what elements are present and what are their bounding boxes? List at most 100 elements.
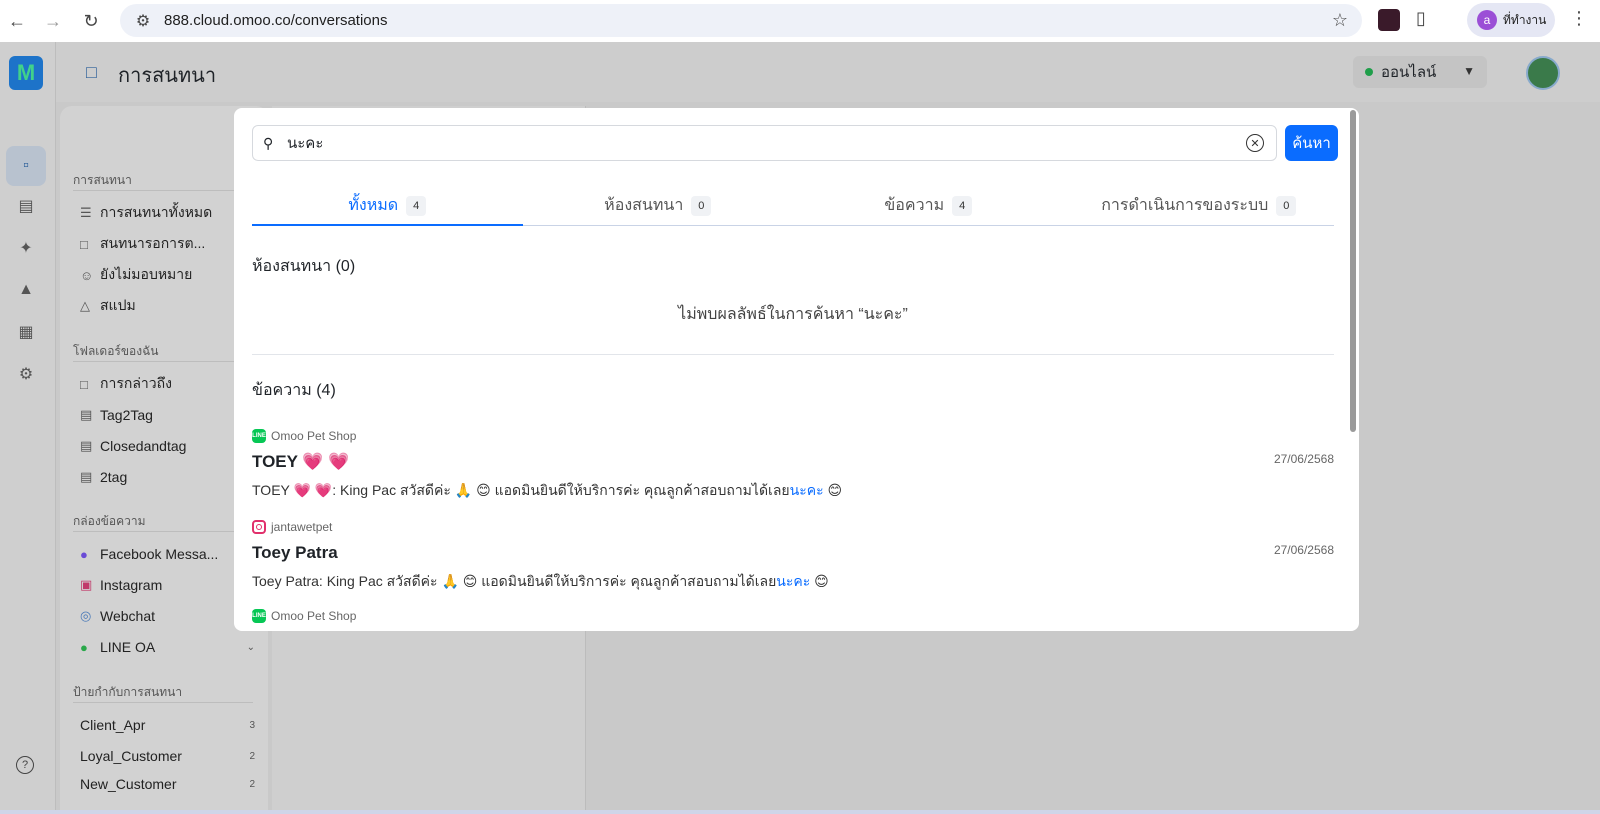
- profile-button[interactable]: a ที่ทำงาน: [1467, 3, 1555, 37]
- integrations-nav-icon[interactable]: ✦: [14, 236, 38, 260]
- messenger-icon: ●: [80, 546, 88, 562]
- tab-messages[interactable]: ข้อความ 4: [793, 186, 1064, 225]
- tab-count-badge: 0: [691, 195, 712, 216]
- clear-icon[interactable]: ✕: [1246, 134, 1264, 152]
- message-result[interactable]: jantawetpet Toey Patra 27/06/2568 Toey P…: [252, 519, 1334, 593]
- tab-all[interactable]: ทั้งหมด 4: [252, 186, 523, 226]
- search-tabs: ทั้งหมด 4 ห้องสนทนา 0 ข้อความ 4 การดำเนินกา…: [252, 186, 1334, 226]
- search-box: ⚲ ✕: [252, 125, 1277, 161]
- availability-select[interactable]: ออนไลน์ ▼: [1353, 56, 1487, 88]
- inbox-icon: ▤: [80, 438, 93, 453]
- extensions-puzzle-icon[interactable]: ▯: [1416, 8, 1426, 29]
- agent-avatar[interactable]: [1526, 56, 1560, 90]
- sidebar-item-mentions[interactable]: □การกล่าวถึง0: [80, 372, 255, 396]
- reload-icon[interactable]: ↻: [74, 4, 108, 38]
- site-settings-icon[interactable]: ⚙: [128, 11, 158, 31]
- user-icon: ☺: [80, 267, 94, 283]
- sidebar-item-label: การสนทนาทั้งหมด: [100, 204, 213, 220]
- sidebar-item-label: สนทนารอการต...: [100, 235, 206, 251]
- message-snippet: Toey Patra: King Pac สวัสดีค่ะ 🙏 😊 แอดมิ…: [252, 571, 1334, 593]
- sidebar-item-folder[interactable]: ▤Tag2Tag18: [80, 403, 255, 427]
- result-date: 27/06/2568: [1273, 543, 1334, 557]
- globe-icon: ◎: [80, 608, 92, 623]
- sidebar-item-line[interactable]: ● LINE OA ⌄: [80, 635, 255, 659]
- divider: [73, 361, 253, 362]
- sidebar-item-label: ยังไม่มอบหมาย: [100, 266, 193, 282]
- help-icon[interactable]: ?: [16, 756, 34, 774]
- divider: [73, 702, 253, 703]
- taskbar-strip: [0, 810, 1600, 814]
- tab-label: ข้อความ: [884, 197, 945, 214]
- tab-count-badge: 0: [1276, 195, 1297, 216]
- contact-name: TOEY 💗 💗: [252, 452, 350, 471]
- contacts-nav-icon[interactable]: ▤: [14, 194, 38, 218]
- browser-toolbar: ← → ↻ ⚙ 888.cloud.omoo.co/conversations …: [0, 0, 1600, 42]
- sidebar-item-count: 3: [249, 719, 255, 731]
- section-inbox: กล่องข้อความ: [73, 514, 146, 528]
- sidebar-item-spam[interactable]: △สแปม0: [80, 294, 255, 318]
- app-header: □ การสนทนา ออนไลน์ ▼: [56, 42, 1600, 102]
- snippet-text: 😊: [823, 482, 843, 498]
- sidebar-item-facebook[interactable]: ●Facebook Messa...⌄: [80, 542, 255, 566]
- divider: [73, 190, 253, 191]
- message-result[interactable]: LINE Omoo Pet Shop: [252, 608, 1334, 624]
- sidebar-item-label-tag[interactable]: Loyal_Customer 2: [80, 744, 255, 768]
- sidebar-item-folder[interactable]: ▤2tag18: [80, 465, 255, 489]
- message-result[interactable]: LINE Omoo Pet Shop TOEY 💗 💗 27/06/2568 TO…: [252, 428, 1334, 502]
- profile-label: ที่ทำงาน: [1503, 12, 1547, 27]
- availability-label: ออนไลน์: [1381, 64, 1437, 81]
- result-date: 27/06/2568: [1273, 452, 1334, 466]
- extension-icon[interactable]: [1378, 9, 1400, 31]
- inbox-icon: ▤: [80, 407, 93, 422]
- messages-section-title: ข้อความ (4): [252, 382, 336, 399]
- inbox-icon: ▤: [80, 469, 93, 484]
- page-title: การสนทนา: [118, 65, 217, 87]
- chat-icon: □: [80, 236, 88, 252]
- section-labels: ป้ายกำกับการสนทนา: [73, 685, 183, 699]
- sidebar-item-folder[interactable]: ▤Closedandtag18: [80, 434, 255, 458]
- message-snippet: TOEY 💗 💗: King Pac สวัสดีค่ะ 🙏 😊 แอดมินย…: [252, 480, 1334, 502]
- sidebar-item-label: Instagram: [100, 577, 163, 593]
- search-input[interactable]: [287, 134, 1227, 152]
- back-icon[interactable]: ←: [0, 4, 34, 38]
- sidebar-item-label: LINE OA: [100, 639, 156, 655]
- settings-gear-icon[interactable]: ⚙: [14, 362, 38, 386]
- reports-nav-icon[interactable]: ▦: [14, 320, 38, 344]
- browser-menu-icon[interactable]: ⋮: [1570, 8, 1588, 29]
- section-folders: โฟลเดอร์ของฉัน: [73, 344, 159, 358]
- sidebar-item-label-tag[interactable]: New_Customer 2: [80, 775, 255, 793]
- snippet-text: 😊: [810, 573, 829, 589]
- sidebar-item-label-tag[interactable]: Client_Apr 3: [80, 713, 255, 737]
- sidebar-item-label: สแปม: [100, 297, 136, 313]
- conversations-nav-icon[interactable]: ▫: [6, 146, 46, 186]
- source-name: Omoo Pet Shop: [271, 609, 357, 623]
- section-divider: [252, 354, 1334, 355]
- tab-count-badge: 4: [952, 195, 973, 216]
- campaigns-nav-icon[interactable]: ▲: [14, 278, 38, 302]
- tab-rooms[interactable]: ห้องสนทนา 0: [523, 186, 794, 225]
- sidebar-item-unassigned[interactable]: ☺ยังไม่มอบหมาย11: [80, 263, 255, 287]
- online-dot: [1365, 68, 1373, 76]
- sidebar-item-label: 2tag: [100, 469, 128, 485]
- snippet-text: TOEY 💗 💗: King Pac สวัสดีค่ะ 🙏 😊 แอดมินย…: [252, 482, 790, 498]
- tab-label: ห้องสนทนา: [604, 197, 684, 214]
- source-name: jantawetpet: [271, 520, 333, 534]
- result-source: jantawetpet: [252, 519, 1334, 535]
- contact-name: Toey Patra: [252, 543, 338, 562]
- sidebar-item-all[interactable]: ☰ การสนทนาทั้งหมด: [80, 201, 255, 225]
- url-text: 888.cloud.omoo.co/conversations: [164, 12, 388, 29]
- sidebar-item-count: 2: [249, 778, 255, 790]
- sidebar-item-waiting[interactable]: □สนทนารอการต...6: [80, 232, 255, 256]
- modal-scrollbar[interactable]: [1350, 110, 1356, 432]
- address-bar[interactable]: ⚙ 888.cloud.omoo.co/conversations ☆: [120, 4, 1362, 37]
- sidebar-item-instagram[interactable]: ▣Instagram⌄: [80, 573, 255, 597]
- tab-system-actions[interactable]: การดำเนินการของระบบ 0: [1064, 186, 1335, 225]
- chevron-down-icon: ▼: [1463, 64, 1475, 78]
- warning-icon: △: [80, 298, 90, 313]
- sidebar-item-webchat[interactable]: ◎ Webchat: [80, 604, 255, 628]
- forward-icon[interactable]: →: [36, 4, 70, 38]
- app-logo[interactable]: M: [9, 56, 43, 90]
- search-button[interactable]: ค้นหา: [1285, 125, 1338, 161]
- profile-avatar: a: [1477, 10, 1497, 30]
- bookmark-star-icon[interactable]: ☆: [1332, 10, 1348, 31]
